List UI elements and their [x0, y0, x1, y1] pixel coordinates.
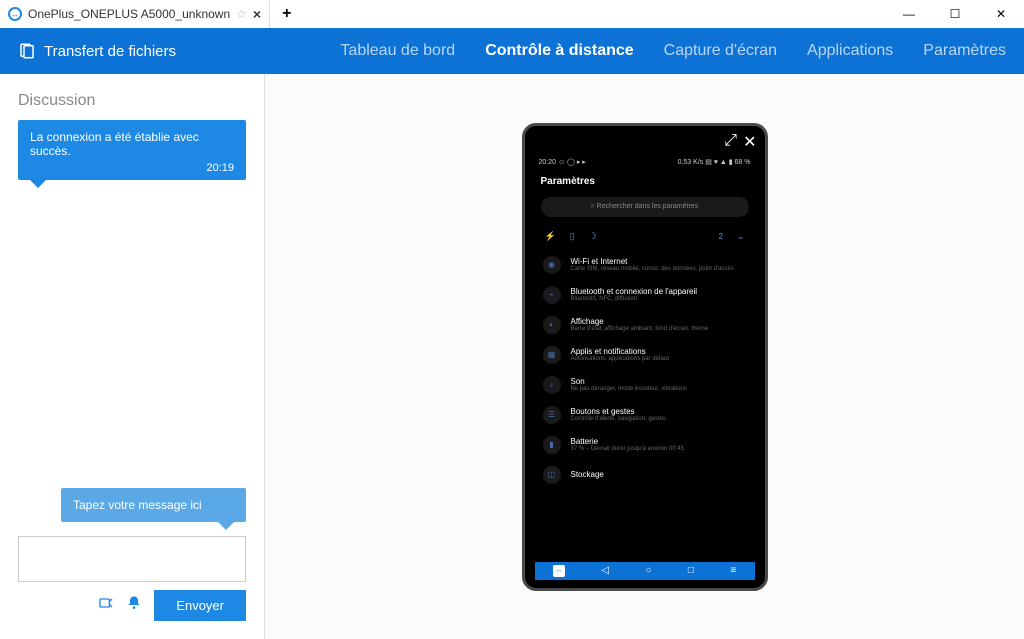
setting-display[interactable]: ◐AffichageBarre d'état, affichage ambian… — [535, 310, 755, 340]
home-icon[interactable]: ○ — [645, 565, 651, 576]
chat-message-time: 20:19 — [30, 162, 234, 174]
status-left: 20:20 ☺ ◯ ▸ ▸ — [539, 158, 586, 166]
chat-sidebar: Discussion La connexion a été établie av… — [0, 74, 265, 639]
phone-settings-list: ◉Wi-Fi et InternetCarte SIM, réseau mobi… — [535, 250, 755, 562]
setting-bluetooth[interactable]: ⌁Bluetooth et connexion de l'appareilBlu… — [535, 280, 755, 310]
battery-icon: ▮ — [543, 436, 561, 454]
file-transfer-button[interactable]: Transfert de fichiers — [18, 42, 176, 60]
browser-tab[interactable]: ↔ OnePlus_ONEPLUS A5000_unknown ☆ × — [0, 0, 270, 28]
chat-message: La connexion a été établie avec succès. … — [18, 120, 246, 180]
tab-settings[interactable]: Paramètres — [923, 42, 1006, 60]
file-transfer-label: Transfert de fichiers — [44, 43, 176, 60]
gestures-icon: ☰ — [543, 406, 561, 424]
titlebar-left: ↔ OnePlus_ONEPLUS A5000_unknown ☆ × + — [0, 0, 303, 28]
setting-battery[interactable]: ▮Batterie37 % – Devrait durer jusqu'à en… — [535, 430, 755, 460]
storage-icon: ◫ — [543, 466, 561, 484]
titlebar: ↔ OnePlus_ONEPLUS A5000_unknown ☆ × + — … — [0, 0, 1024, 28]
menu-nav-icon[interactable]: ≡ — [730, 565, 736, 576]
apps-icon: ▦ — [543, 346, 561, 364]
tab-remote-control[interactable]: Contrôle à distance — [485, 42, 633, 60]
teamviewer-nav-icon[interactable]: ↔ — [553, 565, 565, 577]
quick-icon-3[interactable]: ☽ — [589, 231, 597, 242]
header-bar: Transfert de fichiers Tableau de bord Co… — [0, 28, 1024, 74]
phone-page-title: Paramètres — [535, 168, 755, 197]
chevron-down-icon[interactable]: ⌄ — [737, 231, 745, 242]
content-area: ⤢ ✕ 20:20 ☺ ◯ ▸ ▸ 0.53 K/s ▤ ♥ ▲ ▮ 68 % … — [265, 74, 1024, 639]
setting-buttons[interactable]: ☰Boutons et gestesContrôle d'alerte, nav… — [535, 400, 755, 430]
chat-hint-bubble: Tapez votre message ici — [61, 488, 246, 522]
bluetooth-icon: ⌁ — [543, 286, 561, 304]
sound-icon: ♪ — [543, 376, 561, 394]
setting-sound[interactable]: ♪SonNe pas déranger, mode écouteur, vibr… — [535, 370, 755, 400]
send-button[interactable]: Envoyer — [154, 590, 246, 621]
tab-screenshot[interactable]: Capture d'écran — [664, 42, 777, 60]
chat-input[interactable] — [18, 536, 246, 582]
back-icon[interactable]: ◁ — [601, 565, 609, 576]
setting-storage[interactable]: ◫Stockage — [535, 460, 755, 490]
quick-icon-2[interactable]: ▯ — [570, 231, 575, 242]
chat-title: Discussion — [18, 92, 246, 110]
new-tab-button[interactable]: + — [270, 5, 303, 23]
tab-title: OnePlus_ONEPLUS A5000_unknown — [28, 7, 230, 21]
display-icon: ◐ — [543, 316, 561, 334]
quick-icon-1[interactable]: ⚡ — [545, 231, 556, 242]
file-transfer-icon — [18, 42, 36, 60]
nav-tabs: Tableau de bord Contrôle à distance Capt… — [340, 42, 1006, 60]
phone-quick-settings: ⚡ ▯ ☽ 2 ⌄ — [535, 227, 755, 250]
setting-apps[interactable]: ▦Applis et notificationsAutorisations, a… — [535, 340, 755, 370]
phone-screen: 20:20 ☺ ◯ ▸ ▸ 0.53 K/s ▤ ♥ ▲ ▮ 68 % Para… — [535, 156, 755, 580]
main-area: Discussion La connexion a été établie av… — [0, 74, 1024, 639]
attach-file-icon[interactable] — [98, 595, 114, 616]
phone-mirror[interactable]: ⤢ ✕ 20:20 ☺ ◯ ▸ ▸ 0.53 K/s ▤ ♥ ▲ ▮ 68 % … — [522, 123, 768, 591]
phone-search-box[interactable]: ⌕ Rechercher dans les paramètres — [541, 197, 749, 217]
status-right: 0.53 K/s ▤ ♥ ▲ ▮ 68 % — [678, 158, 751, 166]
quick-count: 2 — [719, 232, 723, 241]
recent-icon[interactable]: □ — [688, 565, 694, 576]
minimize-button[interactable]: — — [886, 0, 932, 28]
chat-message-text: La connexion a été établie avec succès. — [30, 130, 234, 158]
close-phone-icon[interactable]: ✕ — [743, 132, 756, 152]
expand-icon[interactable]: ⤢ — [724, 132, 737, 152]
tab-close-icon[interactable]: × — [253, 6, 261, 22]
maximize-button[interactable]: ☐ — [932, 0, 978, 28]
tab-dashboard[interactable]: Tableau de bord — [340, 42, 455, 60]
teamviewer-icon: ↔ — [8, 7, 22, 21]
setting-wifi[interactable]: ◉Wi-Fi et InternetCarte SIM, réseau mobi… — [535, 250, 755, 280]
chat-footer: Envoyer — [18, 590, 246, 621]
window-controls: — ☐ ✕ — [886, 0, 1024, 28]
wifi-icon: ◉ — [543, 256, 561, 274]
favorite-star-icon[interactable]: ☆ — [236, 7, 247, 21]
close-window-button[interactable]: ✕ — [978, 0, 1024, 28]
phone-search-placeholder: Rechercher dans les paramètres — [597, 203, 699, 210]
tab-applications[interactable]: Applications — [807, 42, 893, 60]
phone-overlay-controls: ⤢ ✕ — [724, 132, 756, 152]
phone-statusbar: 20:20 ☺ ◯ ▸ ▸ 0.53 K/s ▤ ♥ ▲ ▮ 68 % — [535, 156, 755, 168]
notification-bell-icon[interactable] — [126, 595, 142, 616]
phone-navbar: ↔ ◁ ○ □ ≡ — [535, 562, 755, 580]
